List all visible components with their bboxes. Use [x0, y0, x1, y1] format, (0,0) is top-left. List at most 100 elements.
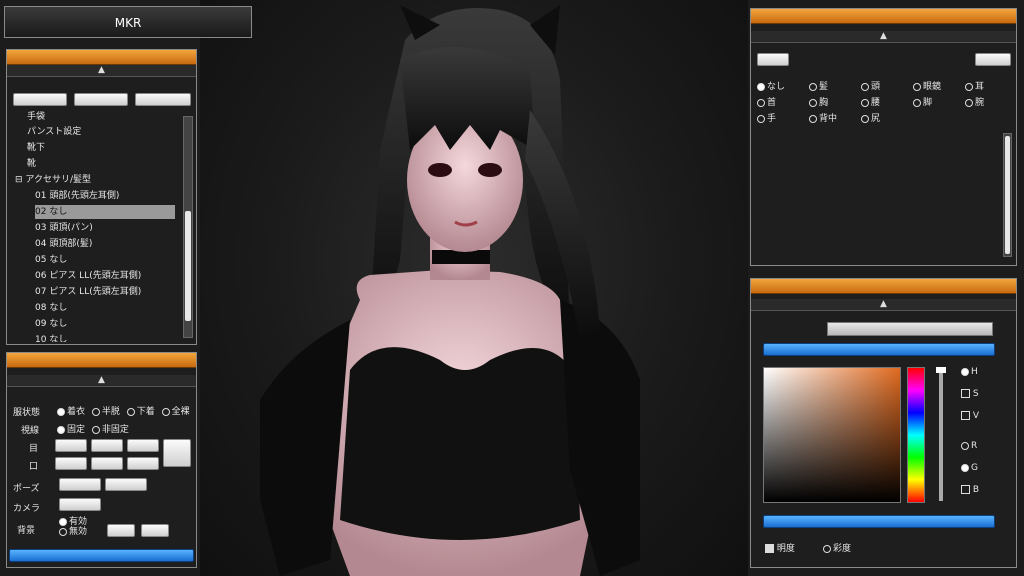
collapse-up-icon[interactable]: ▲	[7, 65, 196, 77]
brightness-check: 明度	[765, 541, 795, 554]
slider-handle[interactable]	[936, 367, 946, 373]
eyes-button-3[interactable]	[127, 439, 159, 452]
character-render	[260, 5, 640, 576]
option-label: 明度	[776, 544, 795, 554]
pose-button-1[interactable]	[59, 478, 101, 491]
list-item[interactable]: 01 頭部(先頭左耳側)	[35, 189, 119, 203]
camera-label: カメラ	[13, 504, 41, 514]
eyes-button-2[interactable]	[91, 439, 123, 452]
saturation-value-picker[interactable]	[763, 367, 901, 503]
tree-expander-icon[interactable]: ⊟	[15, 175, 23, 185]
camera-button[interactable]	[59, 498, 101, 511]
radio-button[interactable]	[861, 82, 869, 91]
radio-button[interactable]	[757, 82, 765, 91]
list-item-label: アクセサリ/髪型	[25, 175, 92, 185]
list-item[interactable]: 手袋	[27, 110, 45, 124]
radio-button[interactable]	[57, 425, 65, 434]
radio-button[interactable]	[59, 527, 67, 536]
radio-button[interactable]	[913, 82, 921, 91]
hue-slider[interactable]	[907, 367, 925, 503]
radio-button[interactable]	[91, 425, 100, 434]
option-label: 頭	[871, 82, 881, 92]
radio-button[interactable]	[809, 98, 817, 107]
list-item-selected[interactable]: 02 なし	[35, 205, 175, 219]
bottom-action-button[interactable]	[9, 549, 194, 562]
option-label: 尻	[871, 114, 881, 124]
left-bottom-header[interactable]	[7, 353, 196, 368]
radio-button[interactable]	[913, 98, 921, 107]
radio-button[interactable]	[161, 407, 170, 416]
character-viewport[interactable]	[200, 0, 748, 576]
option-label: 非固定	[101, 425, 129, 435]
eyes-button-4[interactable]	[163, 439, 191, 467]
list-item[interactable]: 靴下	[27, 141, 45, 155]
checkbox[interactable]	[961, 389, 970, 398]
list-item[interactable]: 05 なし	[35, 253, 67, 267]
radio-button[interactable]	[809, 114, 817, 123]
left-top-header[interactable]	[7, 50, 196, 65]
radio-button[interactable]	[961, 441, 969, 450]
list-item[interactable]: 06 ピアス LL(先頭左耳側)	[35, 269, 141, 283]
right-top-scrollbar[interactable]	[1003, 133, 1012, 257]
option-label: 首	[767, 98, 777, 108]
title-tab[interactable]: MKR	[4, 6, 252, 38]
checkbox[interactable]	[765, 544, 774, 553]
scrollbar-thumb[interactable]	[1005, 136, 1010, 254]
radio-button[interactable]	[861, 114, 869, 123]
eyes-button-1[interactable]	[55, 439, 87, 452]
mouth-button-3[interactable]	[127, 457, 159, 470]
item-list-scrollbar[interactable]	[183, 116, 193, 338]
radio-button[interactable]	[861, 98, 869, 107]
left-top-button-3[interactable]	[135, 93, 191, 106]
list-item[interactable]: 03 頭頂(パン)	[35, 221, 93, 235]
list-item[interactable]: 04 頭頂部(髪)	[35, 237, 92, 251]
collapse-up-icon[interactable]: ▲	[751, 299, 1016, 311]
radio-button[interactable]	[59, 517, 67, 526]
checkbox[interactable]	[961, 485, 970, 494]
left-top-button-2[interactable]	[74, 93, 128, 106]
option-label: 腕	[975, 98, 985, 108]
mouth-button-2[interactable]	[91, 457, 123, 470]
radio-button[interactable]	[91, 407, 100, 416]
right-top-left-button[interactable]	[757, 53, 789, 66]
list-item[interactable]: 10 なし	[35, 333, 67, 342]
radio-button[interactable]	[961, 367, 969, 376]
option-label: 着衣	[67, 407, 86, 417]
collapse-up-icon[interactable]: ▲	[751, 31, 1016, 43]
clothing-state-label: 服状態	[13, 408, 41, 418]
list-item[interactable]: パンスト設定	[27, 125, 81, 139]
alpha-slider[interactable]	[936, 367, 946, 501]
mouth-button-1[interactable]	[55, 457, 87, 470]
list-item[interactable]: 靴	[27, 157, 36, 171]
right-bottom-header[interactable]	[751, 279, 1016, 294]
option-label: 彩度	[833, 544, 852, 554]
color-preview-field[interactable]	[827, 322, 993, 336]
scrollbar-thumb[interactable]	[185, 211, 191, 321]
radio-button[interactable]	[965, 82, 973, 91]
list-item[interactable]: 09 なし	[35, 317, 67, 331]
checkbox[interactable]	[961, 411, 970, 420]
eyes-label: 目	[29, 444, 39, 454]
radio-button[interactable]	[965, 98, 973, 107]
background-button-2[interactable]	[141, 524, 169, 537]
radio-button[interactable]	[823, 544, 831, 553]
radio-button[interactable]	[757, 98, 765, 107]
list-item[interactable]: 08 なし	[35, 301, 67, 315]
right-top-header[interactable]	[751, 9, 1016, 24]
left-bottom-panel: ▲ 服状態 着衣 半脱 下着 全裸 視線 固定 非固定 目 口 ポーズ カメラ …	[6, 352, 197, 568]
list-item-group[interactable]: ⊟ アクセサリ/髪型	[15, 173, 91, 187]
list-item[interactable]: 07 ピアス LL(先頭左耳側)	[35, 285, 141, 299]
radio-button[interactable]	[809, 82, 817, 91]
radio-button[interactable]	[126, 407, 135, 416]
left-top-button-1[interactable]	[13, 93, 67, 106]
collapse-up-icon[interactable]: ▲	[7, 375, 196, 387]
option-label: 髪	[819, 82, 829, 92]
pose-button-2[interactable]	[105, 478, 147, 491]
radio-button[interactable]	[57, 407, 65, 416]
color-preset-bar[interactable]	[763, 515, 995, 528]
radio-button[interactable]	[757, 114, 765, 123]
color-mode-bar[interactable]	[763, 343, 995, 356]
right-top-right-button[interactable]	[975, 53, 1011, 66]
radio-button[interactable]	[961, 463, 969, 472]
background-button-1[interactable]	[107, 524, 135, 537]
